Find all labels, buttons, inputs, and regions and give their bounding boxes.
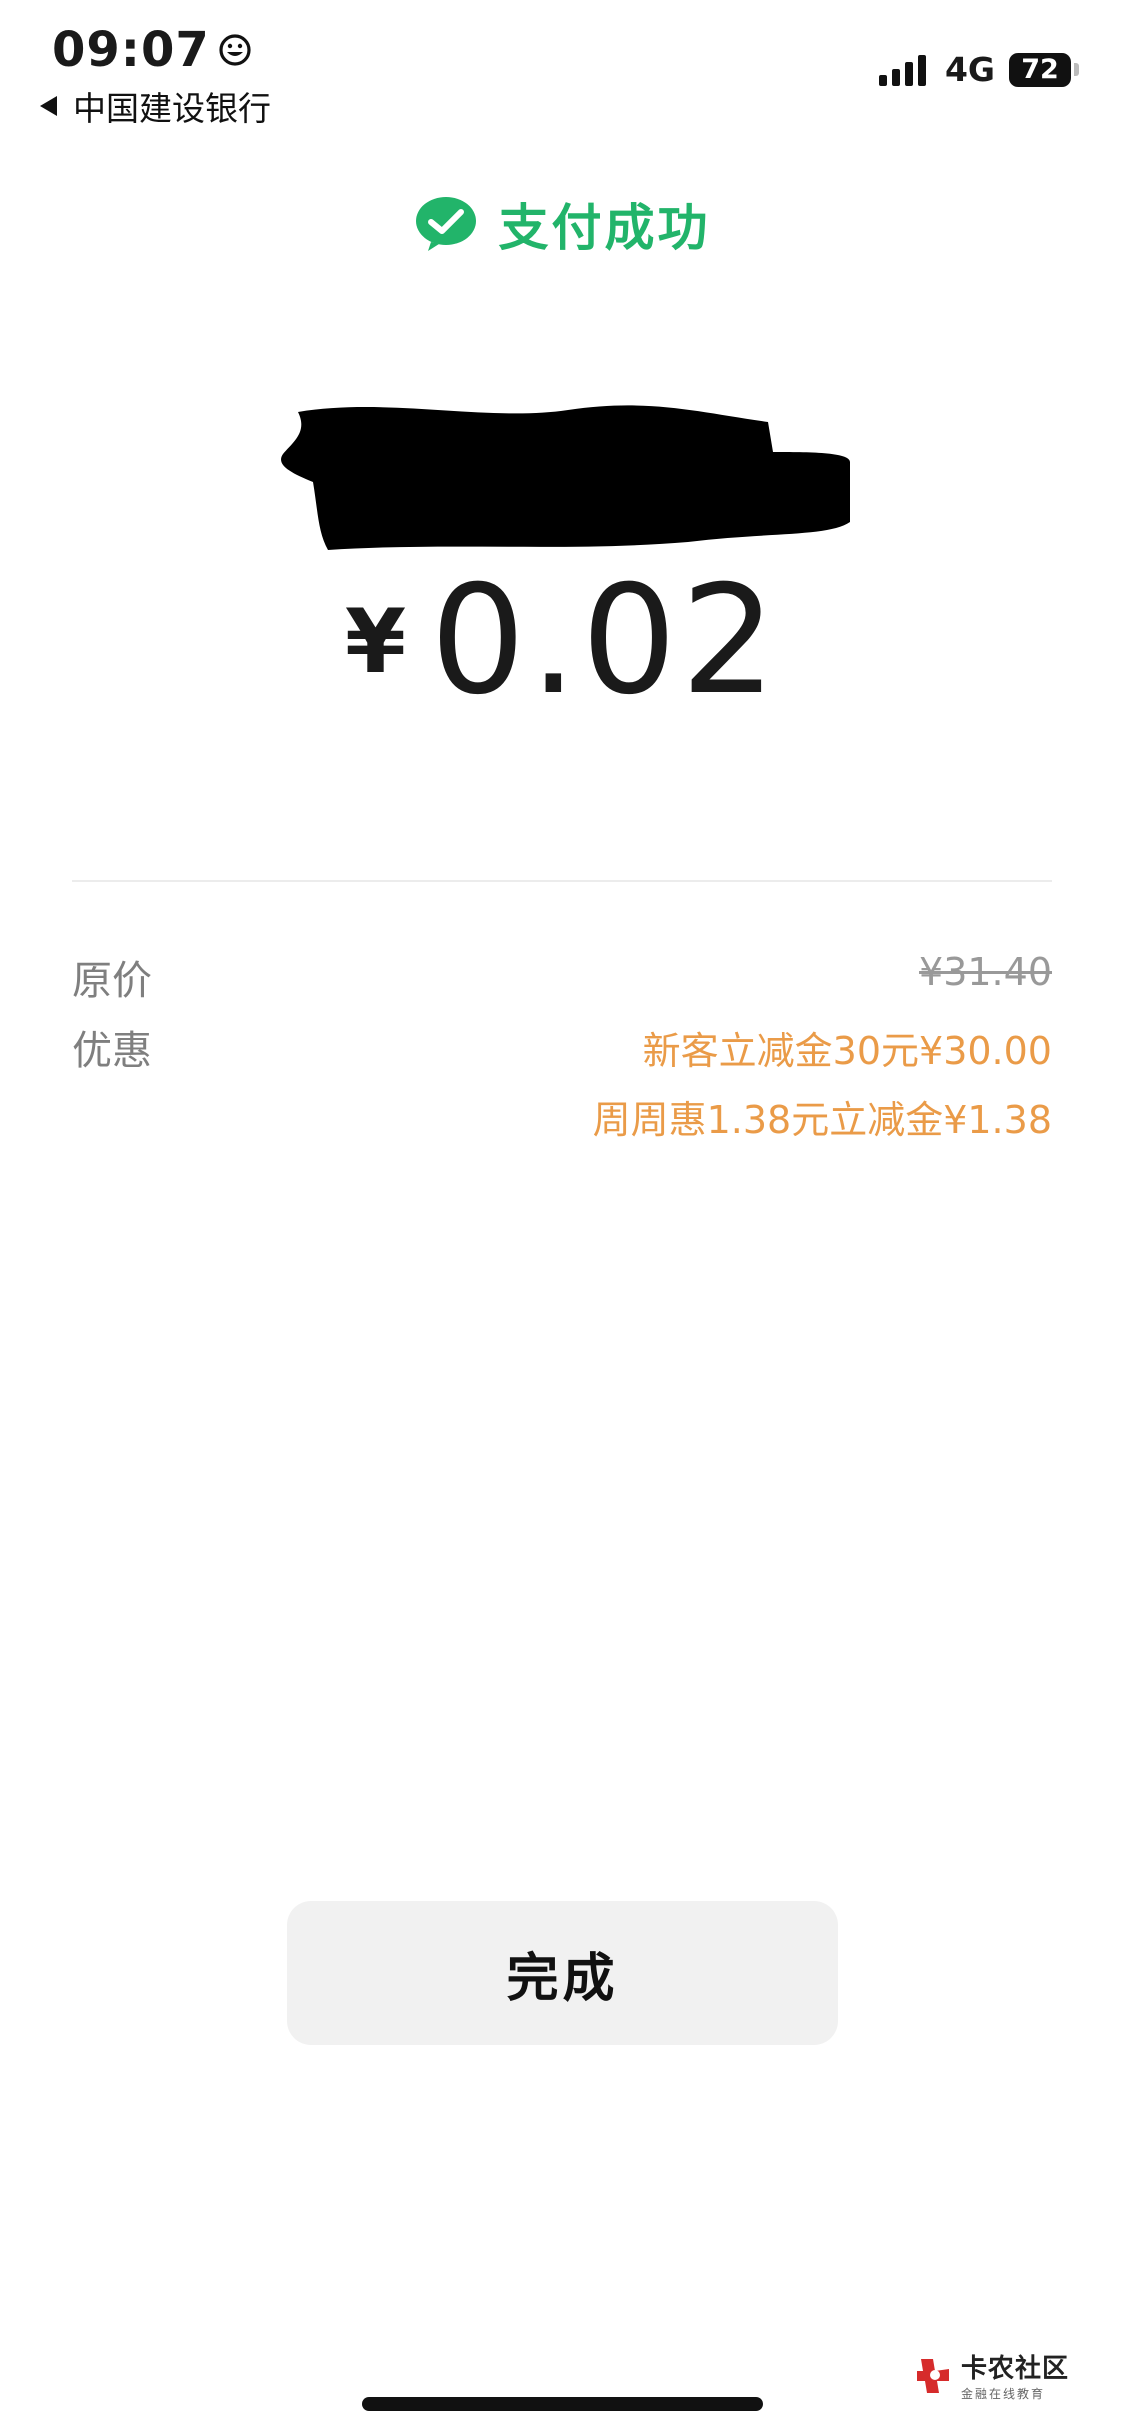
original-price-value: ¥31.40 [919, 950, 1052, 994]
redaction-scribble [281, 405, 850, 550]
back-to-app-button[interactable]: 中国建设银行 [40, 82, 271, 130]
back-arrow-icon [40, 96, 57, 116]
discount-item: 新客立减金30元¥30.00 [642, 1029, 1052, 1073]
battery-tip [1074, 63, 1079, 76]
watermark: 卡农社区 金融在线教育 [915, 2348, 1069, 2402]
cellular-signal-icon [878, 54, 931, 86]
success-title: 支付成功 [498, 199, 711, 257]
status-time-text: 09:07 [52, 22, 210, 78]
currency-symbol: ¥ [344, 590, 407, 693]
status-indicators: 4G 72 [878, 50, 1079, 89]
smiley-icon [219, 34, 251, 66]
payment-amount: ¥ 0.02 [0, 566, 1125, 716]
original-price-label: 原价 [72, 958, 152, 1004]
watermark-logo-icon [916, 2359, 949, 2393]
home-indicator[interactable] [362, 2397, 763, 2411]
discount-label: 优惠 [72, 1028, 152, 1074]
amount-value: 0.02 [430, 554, 781, 728]
status-time: 09:07 [52, 22, 252, 78]
success-header: 支付成功 [0, 188, 1125, 260]
wechat-pay-icon [415, 197, 476, 251]
watermark-name: 卡农社区 [960, 2354, 1069, 2384]
battery-level: 72 [1021, 54, 1059, 85]
network-type: 4G [944, 50, 995, 89]
battery-icon: 72 [1009, 52, 1071, 87]
discount-item: 周周惠1.38元立减金¥1.38 [592, 1098, 1052, 1142]
watermark-tagline: 金融在线教育 [960, 2387, 1045, 2401]
back-app-label: 中国建设银行 [73, 89, 271, 128]
done-button[interactable]: 完成 [287, 1901, 838, 2045]
divider [72, 880, 1052, 882]
